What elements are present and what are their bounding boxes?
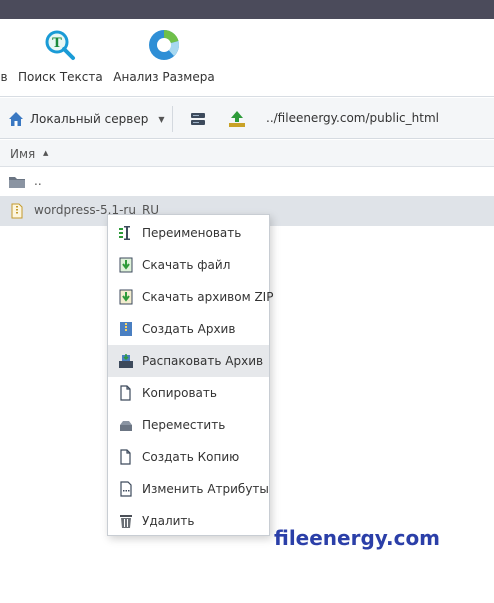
column-header-label: Имя xyxy=(10,147,36,161)
attributes-icon xyxy=(120,481,132,497)
upload-button[interactable] xyxy=(226,108,248,130)
toolbar-item-partial-label: в xyxy=(0,70,8,84)
svg-text:T: T xyxy=(52,36,62,51)
menu-item-label: Создать Архив xyxy=(142,322,236,336)
menu-item-label: Скачать архивом ZIP xyxy=(142,290,274,304)
pathbar-divider xyxy=(172,106,173,132)
list-item-name: .. xyxy=(34,174,42,188)
home-icon xyxy=(9,112,23,126)
trash-icon xyxy=(120,515,132,528)
menu-item-label: Удалить xyxy=(142,514,195,528)
server-dropdown[interactable]: Локальный сервер ▼ xyxy=(8,109,164,129)
menu-item-download-zip[interactable]: Скачать архивом ZIP xyxy=(108,281,273,313)
menu-item-label: Распаковать Архив xyxy=(142,354,264,368)
menu-item-create-archive[interactable]: Создать Архив xyxy=(108,313,269,345)
toolbar-item-partial[interactable]: в xyxy=(0,19,8,97)
extract-archive-icon xyxy=(119,354,133,368)
current-path[interactable]: ../fileenergy.com/public_html xyxy=(266,111,439,125)
size-analysis-label: Анализ Размера xyxy=(113,70,215,84)
download-file-icon xyxy=(119,257,133,273)
rename-icon xyxy=(119,226,130,240)
archive-file-icon xyxy=(11,203,23,219)
menu-item-attributes[interactable]: Изменить Атрибуты xyxy=(108,473,269,505)
search-text-label: Поиск Текста xyxy=(18,70,103,84)
column-header-name[interactable]: Имя ▲ xyxy=(0,140,494,167)
upload-icon xyxy=(229,111,245,127)
size-analysis-button[interactable]: Анализ Размера xyxy=(113,19,215,97)
server-label: Локальный сервер xyxy=(30,112,149,126)
download-zip-icon xyxy=(119,289,133,305)
menu-item-label: Копировать xyxy=(142,386,217,400)
create-archive-icon xyxy=(120,322,132,336)
menu-item-extract-archive[interactable]: Распаковать Архив xyxy=(108,345,269,377)
chevron-down-icon: ▼ xyxy=(158,114,165,124)
main-toolbar: в T Поиск Текста Анализ Размера xyxy=(0,19,494,97)
window-top-bar xyxy=(0,0,494,19)
menu-item-copy[interactable]: Копировать xyxy=(108,377,269,409)
menu-item-label: Переместить xyxy=(142,418,226,432)
menu-item-label: Скачать файл xyxy=(142,258,231,272)
context-menu: Переименовать Скачать файл Скачать архив… xyxy=(107,214,273,537)
server-icon xyxy=(191,113,205,125)
size-analysis-icon xyxy=(149,29,179,60)
watermark-text: fileenergy.com xyxy=(274,526,441,550)
list-item-parent-dir[interactable]: .. xyxy=(0,167,494,197)
search-text-icon: T xyxy=(45,30,75,60)
path-bar: Локальный сервер ▼ ../fileenergy.com/pub… xyxy=(0,98,494,139)
sort-ascending-icon: ▲ xyxy=(43,149,49,157)
move-icon xyxy=(120,421,132,431)
search-text-button[interactable]: T Поиск Текста xyxy=(18,19,103,97)
menu-item-duplicate[interactable]: Создать Копию xyxy=(108,441,269,473)
duplicate-icon xyxy=(120,449,131,465)
copy-icon xyxy=(120,385,131,401)
menu-item-download-file[interactable]: Скачать файл xyxy=(108,249,269,281)
menu-item-label: Переименовать xyxy=(142,226,242,240)
menu-item-delete[interactable]: Удалить xyxy=(108,505,269,537)
server-button[interactable] xyxy=(187,108,209,130)
menu-item-move[interactable]: Переместить xyxy=(108,409,269,441)
menu-item-rename[interactable]: Переименовать xyxy=(108,217,269,249)
menu-item-label: Изменить Атрибуты xyxy=(142,482,269,496)
folder-icon xyxy=(9,177,25,188)
menu-item-label: Создать Копию xyxy=(142,450,240,464)
